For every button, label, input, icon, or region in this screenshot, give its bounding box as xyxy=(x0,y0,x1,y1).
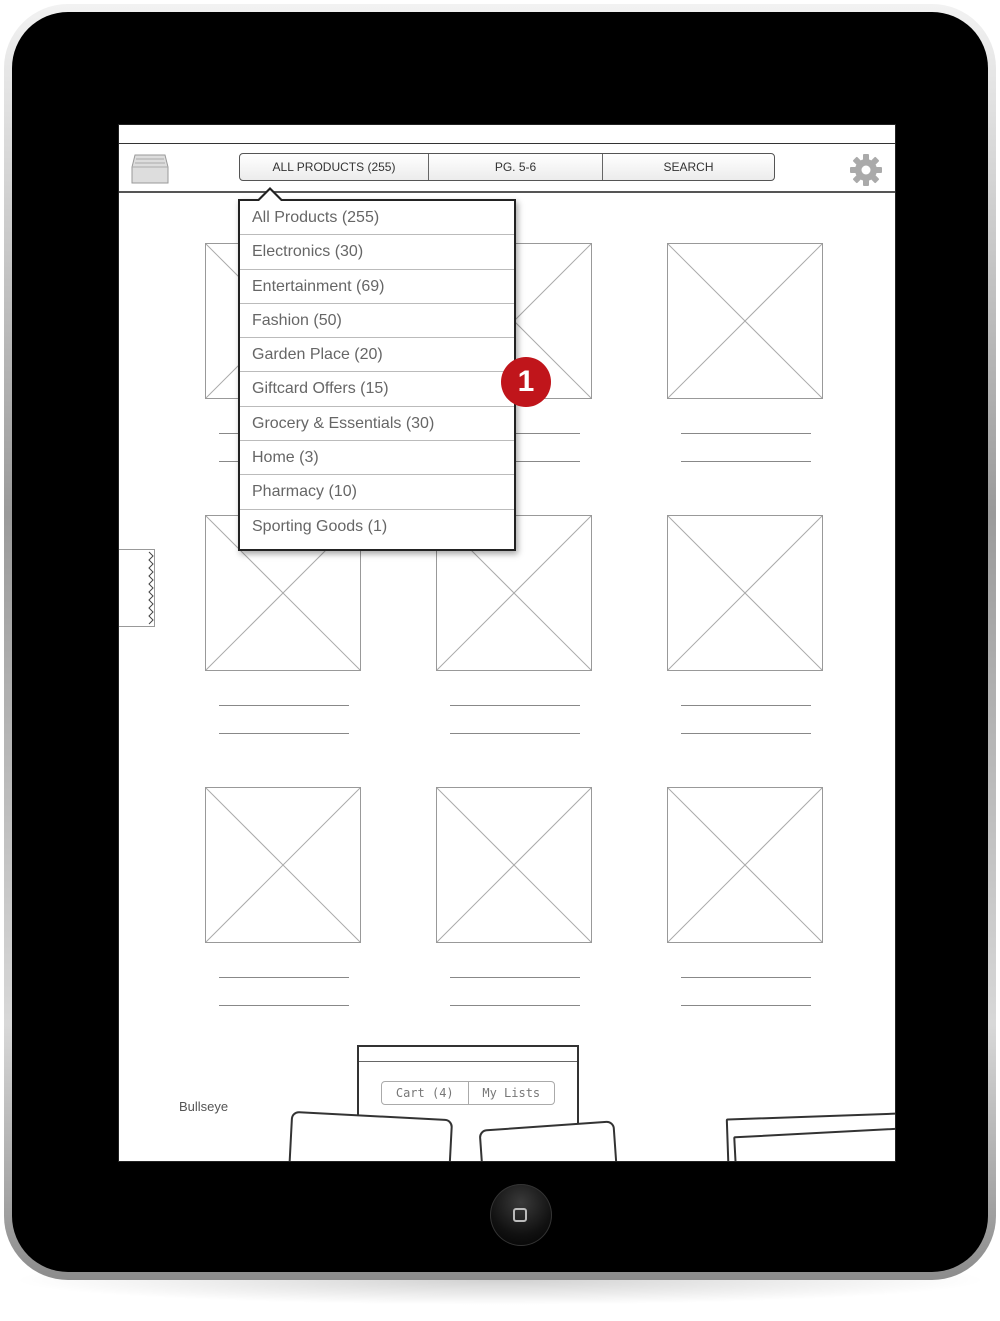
brand-label: Bullseye xyxy=(179,1099,229,1114)
side-pull-tab[interactable] xyxy=(119,549,155,627)
product-price-placeholder xyxy=(219,733,349,734)
category-item-entertainment[interactable]: Entertainment (69) xyxy=(240,270,514,304)
category-dropdown: All Products (255) Electronics (30) Ente… xyxy=(238,199,516,551)
dropdown-pointer-fill xyxy=(259,190,281,201)
product-price-placeholder xyxy=(681,1005,811,1006)
category-item-all-products[interactable]: All Products (255) xyxy=(240,201,514,236)
tab-my-lists[interactable]: My Lists xyxy=(469,1082,555,1104)
product-title-placeholder xyxy=(681,977,811,978)
product-title-placeholder xyxy=(450,705,580,706)
category-item-fashion[interactable]: Fashion (50) xyxy=(240,304,514,339)
product-price-placeholder xyxy=(681,461,811,462)
annotation-badge: 1 xyxy=(501,357,551,407)
product-image-placeholder[interactable] xyxy=(667,787,823,943)
product-title-placeholder xyxy=(681,705,811,706)
category-item-sporting-goods[interactable]: Sporting Goods (1) xyxy=(240,510,514,544)
home-button-icon xyxy=(513,1208,527,1222)
tab-all-products[interactable]: ALL PRODUCTS (255) xyxy=(240,154,429,180)
product-price-placeholder xyxy=(450,733,580,734)
product-price-placeholder xyxy=(681,733,811,734)
gear-icon[interactable] xyxy=(849,153,883,187)
zigzag-edge-icon xyxy=(148,551,154,625)
category-item-pharmacy[interactable]: Pharmacy (10) xyxy=(240,475,514,510)
category-item-home[interactable]: Home (3) xyxy=(240,441,514,476)
product-image-placeholder[interactable] xyxy=(205,787,361,943)
device-screen: ALL PRODUCTS (255) PG. 5-6 SEARCH All Pr… xyxy=(118,124,896,1162)
product-image-placeholder[interactable] xyxy=(436,787,592,943)
category-item-garden-place[interactable]: Garden Place (20) xyxy=(240,338,514,373)
tray-icon[interactable] xyxy=(131,153,169,185)
tray-tabs: Cart (4) My Lists xyxy=(381,1081,555,1105)
product-image-placeholder[interactable] xyxy=(667,243,823,399)
category-item-giftcard-offers[interactable]: Giftcard Offers (15) xyxy=(240,372,514,407)
product-image-placeholder[interactable] xyxy=(667,515,823,671)
product-card[interactable] xyxy=(286,1110,454,1161)
tab-cart[interactable]: Cart (4) xyxy=(382,1082,469,1104)
tab-page[interactable]: PG. 5-6 xyxy=(429,154,603,180)
category-item-electronics[interactable]: Electronics (30) xyxy=(240,235,514,270)
product-title-placeholder xyxy=(450,977,580,978)
tray-panel-divider xyxy=(359,1061,577,1062)
status-bar xyxy=(119,125,895,144)
product-price-placeholder xyxy=(219,1005,349,1006)
category-item-grocery-essentials[interactable]: Grocery & Essentials (30) xyxy=(240,407,514,442)
tab-search[interactable]: SEARCH xyxy=(603,154,774,180)
product-title-placeholder xyxy=(219,705,349,706)
segmented-control: ALL PRODUCTS (255) PG. 5-6 SEARCH xyxy=(239,153,775,181)
product-title-placeholder xyxy=(219,977,349,978)
top-toolbar: ALL PRODUCTS (255) PG. 5-6 SEARCH xyxy=(119,145,895,193)
product-title-placeholder xyxy=(681,433,811,434)
product-price-placeholder xyxy=(450,1005,580,1006)
